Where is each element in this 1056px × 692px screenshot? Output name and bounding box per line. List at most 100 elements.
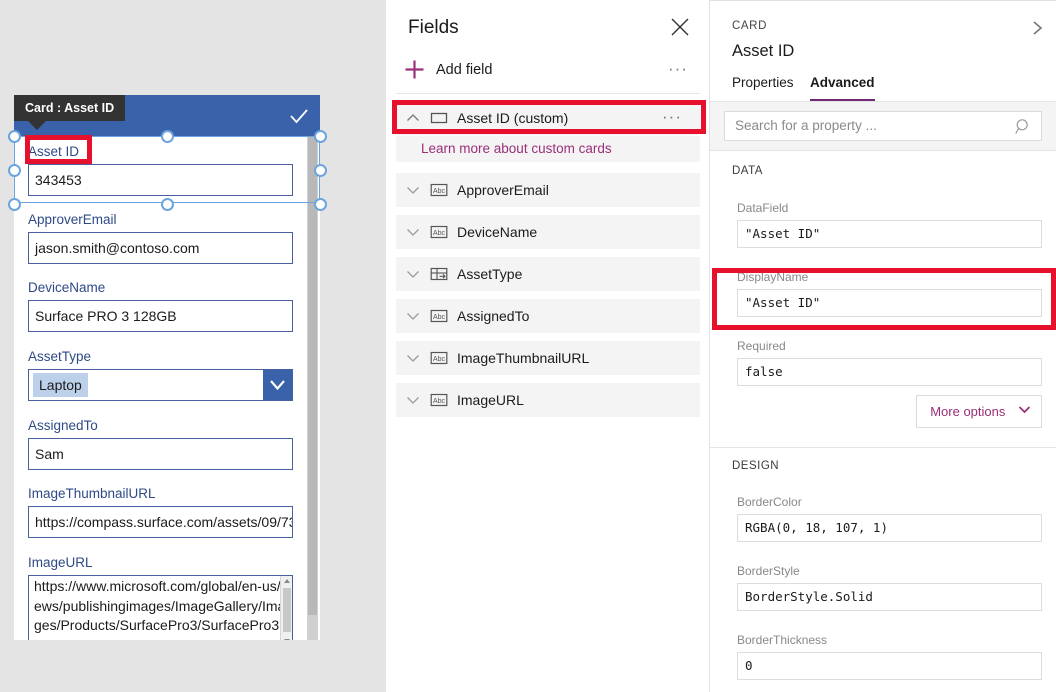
scroll-up-arrow-icon[interactable] xyxy=(284,579,290,583)
field-input-asset-id[interactable]: 343453 xyxy=(28,164,293,196)
property-label: BorderStyle xyxy=(710,563,1056,580)
field-row-asset-id-custom[interactable]: Asset ID (custom) ··· xyxy=(396,101,700,135)
field-row-assigned-to[interactable]: Abc AssignedTo xyxy=(396,299,700,333)
field-input-image-thumbnail-url[interactable]: https://compass.surface.com/assets/09/73… xyxy=(28,506,293,538)
section-heading-design: DESIGN xyxy=(732,458,779,474)
tooltip-pointer xyxy=(28,121,46,130)
field-dropdown-asset-type[interactable]: Laptop xyxy=(28,369,293,401)
form-card-image-url[interactable]: ImageURL https://www.microsoft.com/globa… xyxy=(14,554,307,640)
properties-panel-kicker: CARD xyxy=(732,19,767,33)
chevron-down-icon[interactable] xyxy=(406,352,420,364)
property-borderstyle: BorderStyle BorderStyle.Solid xyxy=(710,563,1056,611)
property-value-input[interactable]: RGBA(0, 18, 107, 1) xyxy=(737,514,1042,542)
form-card-assigned-to[interactable]: AssignedTo Sam xyxy=(14,417,307,470)
fields-panel: Fields Add field ··· Asset ID (custom) ·… xyxy=(386,0,710,692)
section-heading-data: DATA xyxy=(732,163,763,179)
chevron-up-icon[interactable] xyxy=(406,112,420,124)
search-input[interactable]: Search for a property ... xyxy=(724,111,1042,141)
field-input-device-name[interactable]: Surface PRO 3 128GB xyxy=(28,300,293,332)
form-card-image-thumbnail-url[interactable]: ImageThumbnailURL https://compass.surfac… xyxy=(14,485,307,538)
property-label: DisplayName xyxy=(710,269,1056,286)
field-input-assigned-to[interactable]: Sam xyxy=(28,438,293,470)
fields-divider xyxy=(396,93,700,94)
property-value-input[interactable]: 0 xyxy=(737,652,1042,680)
abc-text-icon: Abc xyxy=(430,392,448,408)
field-row-image-url[interactable]: Abc ImageURL xyxy=(396,383,700,417)
field-textarea-image-url[interactable]: https://www.microsoft.com/global/en-us/n… xyxy=(28,575,293,640)
app-root: Asset ID 343453 ApproverEmail jason.smit… xyxy=(0,0,1056,692)
properties-panel: CARD Asset ID Properties Advanced Search… xyxy=(710,0,1056,692)
form-card-asset-type[interactable]: AssetType Laptop xyxy=(14,348,307,401)
add-field-overflow-icon[interactable]: ··· xyxy=(668,57,688,81)
property-value-input[interactable]: BorderStyle.Solid xyxy=(737,583,1042,611)
property-datafield: DataField "Asset ID" xyxy=(710,200,1056,248)
design-section-rule xyxy=(710,447,1056,448)
property-label: BorderColor xyxy=(710,494,1056,511)
field-row-device-name[interactable]: Abc DeviceName xyxy=(396,215,700,249)
scroll-thumb[interactable] xyxy=(283,588,291,632)
abc-text-icon: Abc xyxy=(430,308,448,324)
property-value-input[interactable]: "Asset ID" xyxy=(737,220,1042,248)
tab-properties[interactable]: Properties xyxy=(732,72,794,102)
card-tooltip: Card : Asset ID xyxy=(14,95,125,121)
property-label: Required xyxy=(710,338,1056,355)
panel-top-rule xyxy=(710,0,1056,1)
field-row-label: ImageURL xyxy=(457,383,524,417)
field-row-label: DeviceName xyxy=(457,215,537,249)
chevron-down-icon[interactable] xyxy=(406,394,420,406)
chevron-down-icon xyxy=(1018,405,1031,414)
textarea-scrollbar[interactable] xyxy=(280,576,292,640)
tab-properties-label: Properties xyxy=(732,75,794,90)
design-canvas[interactable]: Asset ID 343453 ApproverEmail jason.smit… xyxy=(0,0,386,692)
edit-form-body: Asset ID 343453 ApproverEmail jason.smit… xyxy=(14,136,307,640)
close-icon[interactable] xyxy=(669,16,691,38)
dropdown-toggle-button[interactable] xyxy=(263,370,292,400)
chevron-down-icon[interactable] xyxy=(406,310,420,322)
field-input-approver-email[interactable]: jason.smith@contoso.com xyxy=(28,232,293,264)
field-label: AssignedTo xyxy=(14,417,307,435)
form-scrollbar[interactable] xyxy=(307,136,318,640)
canvas-surface: Asset ID 343453 ApproverEmail jason.smit… xyxy=(0,0,370,692)
field-label: ImageURL xyxy=(14,554,307,572)
form-card-approver-email[interactable]: ApproverEmail jason.smith@contoso.com xyxy=(14,211,307,264)
fields-panel-title: Fields xyxy=(408,15,459,41)
tab-advanced[interactable]: Advanced xyxy=(810,72,875,102)
chevron-down-icon[interactable] xyxy=(406,268,420,280)
field-label: ApproverEmail xyxy=(14,211,307,229)
learn-more-link[interactable]: Learn more about custom cards xyxy=(421,136,612,162)
abc-text-icon: Abc xyxy=(430,224,448,240)
property-label: DataField xyxy=(710,200,1056,217)
chevron-down-icon[interactable] xyxy=(406,226,420,238)
chevron-right-icon[interactable] xyxy=(1028,16,1048,40)
field-row-label: Asset ID (custom) xyxy=(457,101,568,135)
tab-advanced-label: Advanced xyxy=(810,75,875,90)
field-row-approver-email[interactable]: Abc ApproverEmail xyxy=(396,173,700,207)
choice-table-icon xyxy=(430,266,448,282)
dropdown-selected-value: Laptop xyxy=(33,373,88,397)
form-scroll-thumb[interactable] xyxy=(308,137,317,615)
field-row-asset-type[interactable]: AssetType xyxy=(396,257,700,291)
property-value-input[interactable]: false xyxy=(737,358,1042,386)
field-row-label: ApproverEmail xyxy=(457,173,549,207)
more-options-button[interactable]: More options xyxy=(916,395,1042,428)
add-field-button[interactable]: Add field ··· xyxy=(386,55,710,87)
textarea-value: https://www.microsoft.com/global/en-us/n… xyxy=(34,577,292,640)
checkmark-icon[interactable] xyxy=(288,105,310,127)
field-label: DeviceName xyxy=(14,279,307,297)
field-label: ImageThumbnailURL xyxy=(14,485,307,503)
more-options-label: More options xyxy=(930,404,1005,419)
field-row-label: AssignedTo xyxy=(457,299,529,333)
form-card-device-name[interactable]: DeviceName Surface PRO 3 128GB xyxy=(14,279,307,332)
field-row-image-thumbnail-url[interactable]: Abc ImageThumbnailURL xyxy=(396,341,700,375)
form-card-asset-id[interactable]: Asset ID 343453 xyxy=(14,143,307,196)
property-value-input[interactable]: "Asset ID" xyxy=(737,289,1042,317)
svg-text:Abc: Abc xyxy=(433,356,446,363)
scroll-down-arrow-icon[interactable] xyxy=(284,639,290,640)
chevron-down-icon[interactable] xyxy=(406,184,420,196)
field-row-label: AssetType xyxy=(457,257,522,291)
chevron-down-icon xyxy=(263,370,292,400)
property-borderthickness: BorderThickness 0 xyxy=(710,632,1056,680)
search-rule xyxy=(710,150,1056,151)
field-row-overflow-icon[interactable]: ··· xyxy=(662,101,682,133)
property-search-band: Search for a property ... xyxy=(710,102,1056,150)
